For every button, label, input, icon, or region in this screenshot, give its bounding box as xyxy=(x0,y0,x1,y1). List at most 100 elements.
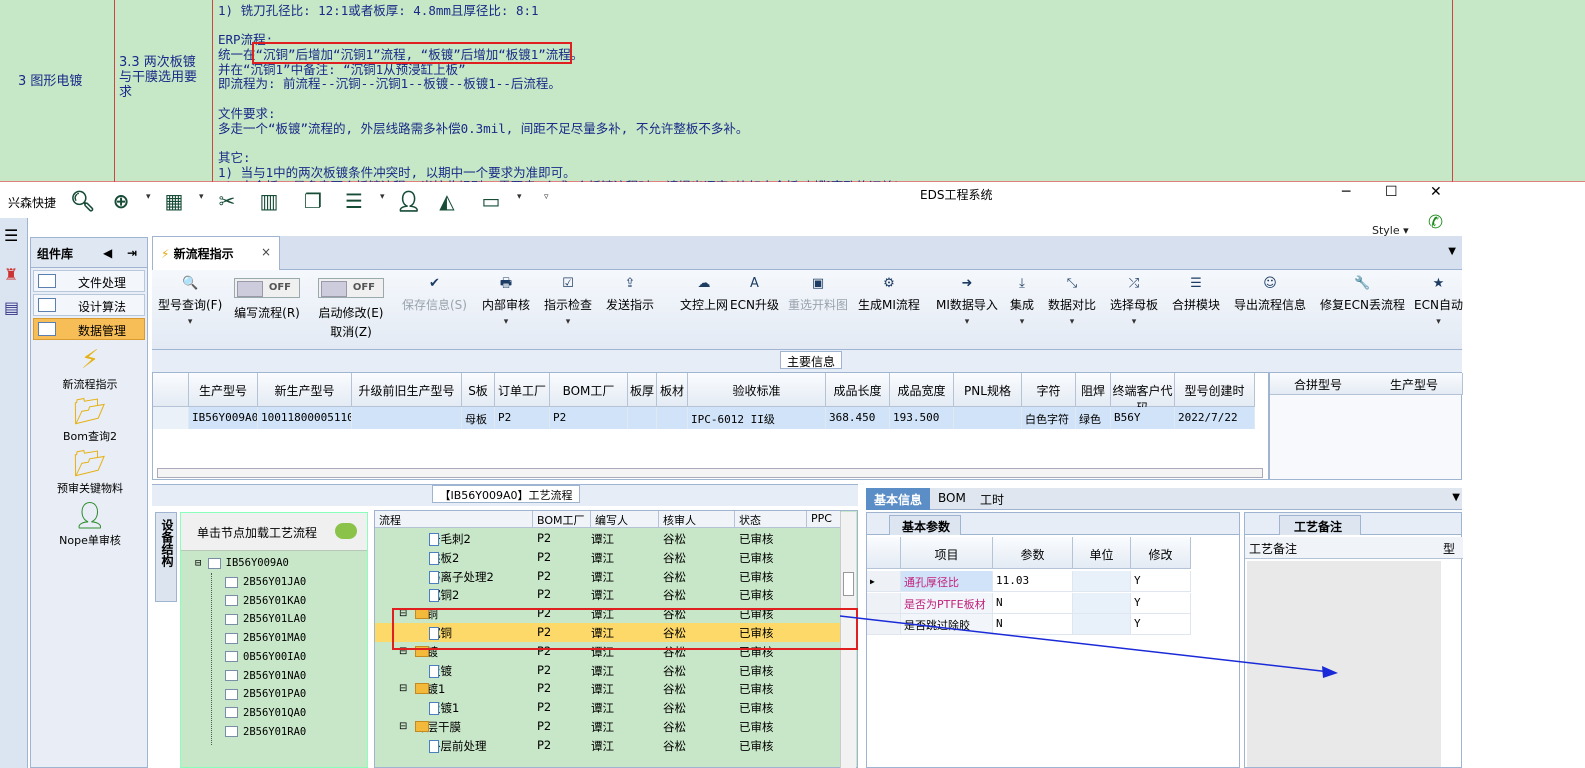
search-icon[interactable]: 🔍︎ xyxy=(70,190,95,212)
chevron-down-icon[interactable]: ▾ xyxy=(1414,317,1463,327)
grid-cell[interactable]: P2 xyxy=(550,407,628,429)
grid-cell[interactable]: 368.450 xyxy=(826,407,890,429)
chevron-down-icon[interactable]: ▾ xyxy=(482,317,530,327)
library-group-item[interactable]: 设计算法 xyxy=(33,294,145,316)
workflow-column-header[interactable]: 状态 xyxy=(735,511,807,528)
basic-params-tab[interactable]: 基本参数 xyxy=(889,515,961,535)
param-unit[interactable] xyxy=(1073,614,1131,635)
collapse-icon[interactable]: ⊟ xyxy=(399,721,407,732)
grid-column-header[interactable]: 生产型号 xyxy=(189,373,258,407)
library-tool[interactable]: ⚡ 新流程指示 xyxy=(31,344,149,392)
ribbon-button[interactable]: ☰ 合拼模块 xyxy=(1172,276,1220,313)
grid-cell[interactable]: 绿色 xyxy=(1076,407,1111,429)
library-group-item[interactable]: 数据管理 xyxy=(33,318,145,340)
tree-node[interactable]: 2B56Y01LA0 xyxy=(225,613,306,625)
workflow-column-header[interactable]: BOM工厂 xyxy=(533,511,591,528)
grid-cell[interactable]: 白色字符 xyxy=(1022,407,1076,429)
chevron-down-icon[interactable]: ▾ xyxy=(544,317,592,327)
close-button[interactable]: ✕ xyxy=(1430,184,1442,200)
grid-column-header[interactable]: 新生产型号 xyxy=(258,373,352,407)
library-tool[interactable]: 👤︎ Nope单审核 xyxy=(31,500,149,548)
workflow-row[interactable]: 烘板2 P2 谭江 谷松 已审核 xyxy=(375,548,841,567)
param-item[interactable]: 是否为PTFE板材 xyxy=(901,592,993,614)
checkbox[interactable] xyxy=(225,707,238,719)
workflow-column-header[interactable]: 编写人 xyxy=(591,511,659,528)
dropdown-arrow-icon[interactable]: ▾ xyxy=(146,192,151,202)
grid-cell[interactable]: 母板 xyxy=(462,407,495,429)
ribbon-button[interactable]: ☑ 指示检查 ▾ xyxy=(544,276,592,327)
pin-icon[interactable]: ⇥ xyxy=(127,246,137,260)
ribbon-button[interactable]: 🖶 内部审核 ▾ xyxy=(482,276,530,327)
grid-column-header[interactable]: BOM工厂 xyxy=(550,373,628,407)
info-tab[interactable]: 基本信息 xyxy=(866,488,931,510)
checkbox[interactable] xyxy=(225,651,238,663)
ribbon-button[interactable]: ☺ 导出流程信息 xyxy=(1234,276,1306,313)
grid-column-header[interactable]: 验收标准 xyxy=(688,373,826,407)
left-collapsed-panel[interactable]: ☰ ♜ ▤ xyxy=(0,218,28,768)
param-edit[interactable]: Y xyxy=(1131,614,1191,635)
copy-icon[interactable]: ❐ xyxy=(302,190,324,212)
param-value[interactable]: N xyxy=(993,614,1073,635)
merge-column-header[interactable]: 合拼型号 xyxy=(1270,373,1367,395)
device-structure-tab[interactable]: 设备结构 xyxy=(155,512,177,602)
param-unit[interactable] xyxy=(1073,592,1131,614)
grid-column-header[interactable]: 板厚 xyxy=(628,373,657,407)
ribbon-button[interactable]: ➜ MI数据导入 ▾ xyxy=(936,276,998,327)
toggle-switch[interactable]: OFF xyxy=(234,278,300,298)
chevron-down-icon[interactable]: ▾ xyxy=(1110,317,1158,327)
merge-column-header[interactable]: 生产型号 xyxy=(1366,373,1463,395)
chart-icon[interactable]: ◭ xyxy=(436,190,458,212)
remark-textarea[interactable] xyxy=(1247,561,1441,767)
menu-icon[interactable]: ☰ xyxy=(4,226,27,245)
collapse-icon[interactable]: ⊟ xyxy=(399,683,407,694)
grid-column-header[interactable]: PNL规格 xyxy=(954,373,1022,407)
ribbon-button[interactable]: ★ ECN自动 ▾ xyxy=(1414,276,1463,327)
workflow-row[interactable]: 板镀1 P2 谭江 谷松 已审核 xyxy=(375,698,841,717)
params-column-header[interactable]: 参数 xyxy=(993,537,1073,569)
ribbon-button[interactable]: ⇪ 发送指示 xyxy=(606,276,654,313)
chevron-down-icon[interactable]: ▾ xyxy=(158,317,222,327)
checkbox[interactable] xyxy=(225,595,238,607)
param-item[interactable]: 通孔厚径比 xyxy=(901,571,993,592)
grid-cell[interactable]: 193.500 xyxy=(890,407,954,429)
grid-column-header[interactable]: 型号创建时 xyxy=(1175,373,1255,407)
checkbox[interactable] xyxy=(225,632,238,644)
param-edit[interactable]: Y xyxy=(1131,571,1191,592)
grid-column-header[interactable]: 订单工厂 xyxy=(495,373,550,407)
workflow-row[interactable]: ⊟ 电镀1 P2 谭江 谷松 已审核 xyxy=(375,679,841,698)
ribbon-button[interactable]: OFF 启动修改(E) 取消(Z) xyxy=(318,278,384,340)
ribbon-button[interactable]: 🔧 修复ECN丢流程 xyxy=(1320,276,1405,313)
workflow-row[interactable]: 外层前处理 P2 谭江 谷松 已审核 xyxy=(375,736,841,755)
ribbon-button[interactable]: OFF 编写流程(R) xyxy=(234,278,300,321)
chevron-down-icon[interactable]: ▾ xyxy=(936,317,998,327)
grid-column-header[interactable]: 成品宽度 xyxy=(890,373,954,407)
grid-cell[interactable]: 10011800005110 xyxy=(258,407,352,429)
collapse-icon[interactable]: ⊟ xyxy=(195,557,208,569)
ribbon-button[interactable]: ☁ 文控上网 xyxy=(680,276,728,313)
toggle-switch[interactable]: OFF xyxy=(318,278,384,298)
tab-close-button[interactable]: × xyxy=(261,245,271,259)
grid-cell[interactable] xyxy=(352,407,462,429)
minimize-button[interactable]: ─ xyxy=(1342,184,1350,200)
param-value[interactable]: 11.03 xyxy=(993,571,1073,592)
grid-column-header[interactable]: 字符 xyxy=(1022,373,1076,407)
param-value[interactable]: N xyxy=(993,592,1073,614)
grid-icon[interactable]: ▦ xyxy=(163,190,185,212)
tab-list-arrow-icon[interactable]: ▼ xyxy=(1452,492,1460,503)
params-column-header[interactable]: 单位 xyxy=(1073,537,1131,569)
workflow-column-header[interactable]: PPC xyxy=(807,511,841,528)
monitor-icon[interactable]: ▭ xyxy=(480,190,502,212)
workflow-column-header[interactable]: 流程 xyxy=(375,511,533,528)
param-item[interactable]: 是否跳过除胶 xyxy=(901,614,993,635)
grid-column-header[interactable]: S板 xyxy=(462,373,495,407)
lifebuoy-icon[interactable]: ⊕ xyxy=(110,190,132,212)
params-column-header[interactable]: 项目 xyxy=(901,537,993,569)
grid-column-header[interactable]: 板材 xyxy=(657,373,688,407)
factory-icon[interactable]: ♜ xyxy=(4,265,27,284)
checkbox[interactable] xyxy=(207,557,221,569)
grid-cell[interactable] xyxy=(657,407,688,429)
workflow-row[interactable]: 去毛刺2 P2 谭江 谷松 已审核 xyxy=(375,529,841,548)
remark-tab[interactable]: 工艺备注 xyxy=(1279,515,1361,535)
checkbox[interactable] xyxy=(225,688,238,700)
tree-node[interactable]: 2B56Y01QA0 xyxy=(225,707,306,719)
